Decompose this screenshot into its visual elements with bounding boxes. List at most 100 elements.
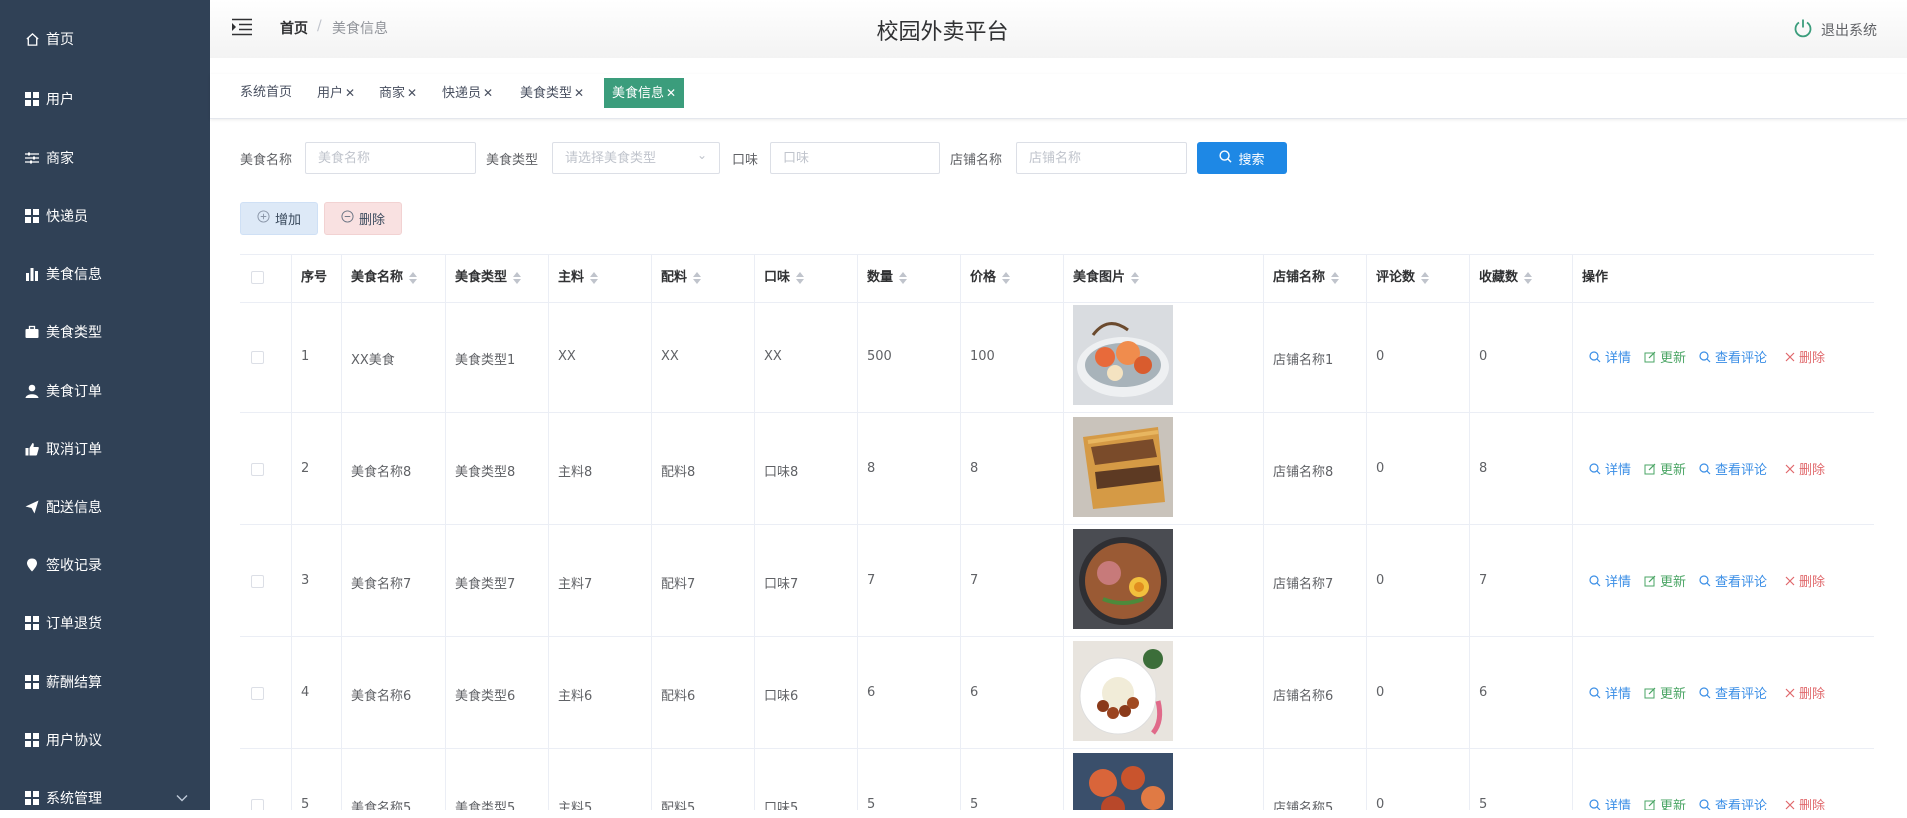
- sort-icon[interactable]: [1131, 271, 1140, 285]
- sidebar-item-users[interactable]: 用户: [0, 79, 210, 119]
- col-header-type[interactable]: 美食类型: [455, 254, 522, 302]
- detail-link[interactable]: 详情: [1589, 571, 1631, 590]
- row-checkbox[interactable]: [251, 687, 264, 700]
- view-comments-link[interactable]: 查看评论: [1699, 683, 1767, 702]
- food-name-input[interactable]: [305, 142, 476, 174]
- tag-users[interactable]: 用户 ✕: [313, 78, 359, 108]
- shop-name-input[interactable]: [1016, 142, 1187, 174]
- food-image[interactable]: [1073, 753, 1173, 810]
- sort-icon[interactable]: [796, 271, 805, 285]
- view-comments-link[interactable]: 查看评论: [1699, 347, 1767, 366]
- delete-link[interactable]: 删除: [1785, 347, 1825, 366]
- close-icon[interactable]: ✕: [345, 86, 355, 100]
- col-header-image[interactable]: 美食图片: [1073, 254, 1140, 302]
- sidebar-item-receipts[interactable]: 签收记录: [0, 545, 210, 585]
- col-header-comments[interactable]: 评论数: [1376, 254, 1430, 302]
- sidebar-item-salary[interactable]: 薪酬结算: [0, 662, 210, 702]
- delete-button[interactable]: 删除: [324, 202, 402, 235]
- cell-taste: 口味7: [764, 577, 799, 592]
- view-comments-link[interactable]: 查看评论: [1699, 571, 1767, 590]
- sort-icon[interactable]: [513, 271, 522, 285]
- col-header-index[interactable]: 序号: [301, 254, 327, 302]
- sort-icon[interactable]: [1002, 271, 1011, 285]
- sidebar-item-agreement[interactable]: 用户协议: [0, 720, 210, 760]
- add-button[interactable]: 增加: [240, 202, 318, 235]
- sidebar-item-food-info[interactable]: 美食信息: [0, 254, 210, 294]
- cell-type: 美食类型5: [455, 801, 516, 810]
- tag-couriers[interactable]: 快递员 ✕: [438, 78, 497, 108]
- food-image[interactable]: [1073, 417, 1173, 517]
- sidebar-item-food-types[interactable]: 美食类型: [0, 312, 210, 352]
- tag-food-info[interactable]: 美食信息 ✕: [604, 78, 685, 108]
- close-icon[interactable]: ✕: [574, 86, 584, 100]
- sidebar-item-returns[interactable]: 订单退货: [0, 603, 210, 643]
- tag-food-types[interactable]: 美食类型 ✕: [516, 78, 588, 108]
- select-all-checkbox[interactable]: [251, 271, 264, 284]
- col-header-taste[interactable]: 口味: [764, 254, 805, 302]
- sort-icon[interactable]: [693, 271, 702, 285]
- delete-button-label: 删除: [358, 213, 385, 228]
- detail-link[interactable]: 详情: [1589, 683, 1631, 702]
- col-header-side-ingredient[interactable]: 配料: [661, 254, 702, 302]
- sort-icon[interactable]: [409, 271, 418, 285]
- col-header-price[interactable]: 价格: [970, 254, 1011, 302]
- sidebar-item-home[interactable]: 首页: [0, 19, 210, 59]
- col-header-shop[interactable]: 店铺名称: [1273, 254, 1340, 302]
- sidebar-item-food-orders[interactable]: 美食订单: [0, 371, 210, 411]
- close-icon[interactable]: ✕: [407, 86, 417, 100]
- update-link[interactable]: 更新: [1644, 347, 1686, 366]
- close-icon[interactable]: ✕: [666, 86, 676, 100]
- row-checkbox[interactable]: [251, 351, 264, 364]
- col-header-main-ingredient[interactable]: 主料: [558, 254, 599, 302]
- delete-link[interactable]: 删除: [1785, 795, 1825, 810]
- delete-link[interactable]: 删除: [1785, 571, 1825, 590]
- row-checkbox[interactable]: [251, 575, 264, 588]
- delete-link[interactable]: 删除: [1785, 459, 1825, 478]
- sidebar-item-label: 商家: [46, 151, 74, 167]
- col-header-quantity[interactable]: 数量: [867, 254, 908, 302]
- sidebar-item-delivery[interactable]: 配送信息: [0, 487, 210, 527]
- view-comments-link[interactable]: 查看评论: [1699, 795, 1767, 810]
- tag-home[interactable]: 系统首页: [236, 78, 296, 108]
- detail-link[interactable]: 详情: [1589, 347, 1631, 366]
- cell-index: 5: [301, 797, 310, 810]
- sidebar-item-merchants[interactable]: 商家: [0, 138, 210, 178]
- food-image[interactable]: [1073, 305, 1173, 405]
- cell-name: 美食名称6: [351, 689, 412, 704]
- food-type-select[interactable]: [552, 142, 720, 174]
- search-button[interactable]: 搜索: [1197, 142, 1287, 174]
- sidebar-item-system[interactable]: 系统管理: [0, 778, 210, 818]
- taste-input[interactable]: [770, 142, 940, 174]
- sort-icon[interactable]: [1331, 271, 1340, 285]
- cell-shop: 店铺名称6: [1273, 689, 1334, 704]
- sidebar-item-label: 美食类型: [46, 325, 102, 341]
- view-comments-link[interactable]: 查看评论: [1699, 459, 1767, 478]
- delete-link[interactable]: 删除: [1785, 683, 1825, 702]
- update-link[interactable]: 更新: [1644, 459, 1686, 478]
- sidebar-item-couriers[interactable]: 快递员: [0, 196, 210, 236]
- sort-icon[interactable]: [1421, 271, 1430, 285]
- close-icon[interactable]: ✕: [483, 86, 493, 100]
- cell-favorites: 7: [1479, 573, 1488, 588]
- cell-main: 主料8: [558, 465, 593, 480]
- food-image[interactable]: [1073, 641, 1173, 741]
- sidebar-item-cancel-orders[interactable]: 取消订单: [0, 429, 210, 469]
- detail-link[interactable]: 详情: [1589, 459, 1631, 478]
- sort-icon[interactable]: [899, 271, 908, 285]
- update-link[interactable]: 更新: [1644, 571, 1686, 590]
- col-header-name[interactable]: 美食名称: [351, 254, 418, 302]
- row-checkbox[interactable]: [251, 463, 264, 476]
- logout-button[interactable]: 退出系统: [1793, 18, 1877, 42]
- sort-icon[interactable]: [590, 271, 599, 285]
- update-link[interactable]: 更新: [1644, 795, 1686, 810]
- sort-icon[interactable]: [1524, 271, 1533, 285]
- row-checkbox[interactable]: [251, 799, 264, 810]
- cell-price: 100: [970, 349, 995, 364]
- top-header: 首页 / 美食信息 校园外卖平台 退出系统: [210, 0, 1907, 58]
- food-image[interactable]: [1073, 529, 1173, 629]
- update-link[interactable]: 更新: [1644, 683, 1686, 702]
- tag-merchants[interactable]: 商家 ✕: [375, 78, 421, 108]
- col-header-favorites[interactable]: 收藏数: [1479, 254, 1533, 302]
- cell-favorites: 6: [1479, 685, 1488, 700]
- detail-link[interactable]: 详情: [1589, 795, 1631, 810]
